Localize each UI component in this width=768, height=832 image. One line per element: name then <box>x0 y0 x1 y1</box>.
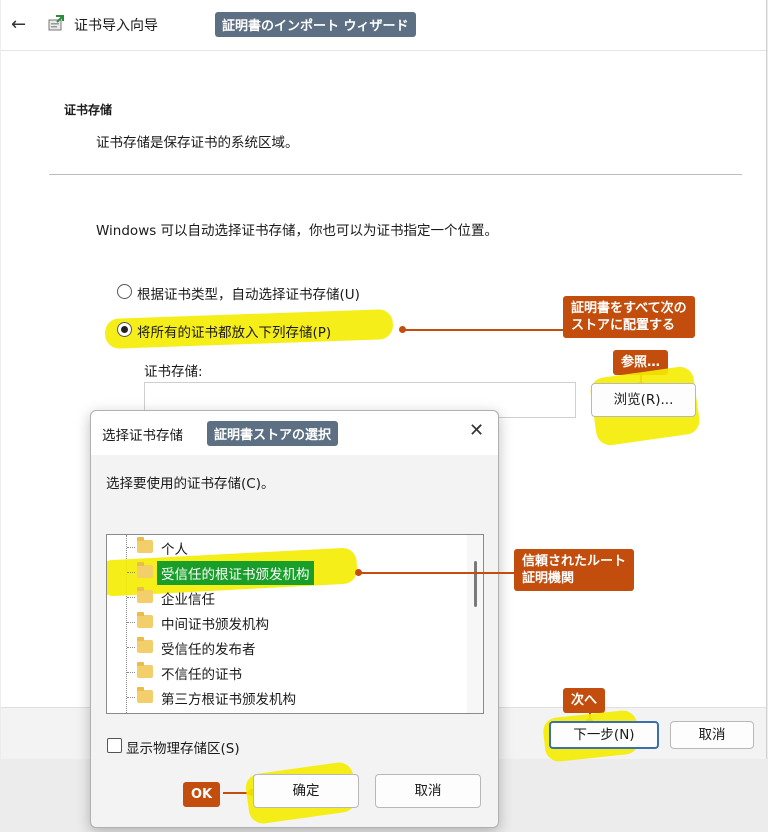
tree-scrollbar[interactable] <box>467 535 483 713</box>
callout-next: 次へ <box>563 688 606 713</box>
wizard-cancel-button[interactable]: 取消 <box>670 721 754 749</box>
callout-ok: OK <box>183 782 221 807</box>
store-tree[interactable]: 个人 受信任的根证书颁发机构 企业信任 中间证书颁发机构 受信任的发布者 不信任… <box>106 534 484 714</box>
select-store-dialog: 选择证书存储 証明書ストアの選択 ✕ 选择要使用的证书存储(C)。 个人 受信任… <box>90 410 518 828</box>
folder-icon <box>137 537 153 553</box>
tree-item-label: 受信任的发布者 <box>161 642 256 658</box>
callout-dot <box>355 569 362 576</box>
store-label: 证书存储: <box>144 364 203 380</box>
back-arrow-icon[interactable]: ← <box>11 14 26 35</box>
scrollbar-thumb[interactable] <box>474 561 477 607</box>
certificate-wizard-icon <box>48 15 64 31</box>
section-description: 证书存储是保存证书的系统区域。 <box>96 135 299 151</box>
radio-place-all-label: 将所有的证书都放入下列存储(P) <box>137 325 332 341</box>
folder-icon <box>137 587 153 603</box>
tree-item[interactable]: 不信任的证书 <box>107 660 457 685</box>
callout-trusted-root: 信頼されたルート 証明機関 <box>514 549 635 591</box>
show-physical-checkbox[interactable] <box>107 738 122 753</box>
tree-item[interactable]: 企业信任 <box>107 585 457 610</box>
dialog-title-translation-tag: 証明書ストアの選択 <box>207 421 339 446</box>
dialog-titlebar: 选择证书存储 証明書ストアの選択 ✕ <box>91 411 498 455</box>
folder-icon <box>137 637 153 653</box>
browse-button[interactable]: 浏览(R)... <box>591 383 696 417</box>
tree-item-label: 个人 <box>161 542 188 558</box>
dialog-prompt: 选择要使用的证书存储(C)。 <box>106 476 275 492</box>
next-button[interactable]: 下一步(N) <box>549 721 659 749</box>
intro-text: Windows 可以自动选择证书存储，你也可以为证书指定一个位置。 <box>96 223 499 239</box>
tree-item[interactable]: 中间证书颁发机构 <box>107 610 457 635</box>
tree-item[interactable]: 第三方根证书颁发机构 <box>107 685 457 710</box>
wizard-title: 证书导入向导 <box>74 18 158 34</box>
folder-icon <box>137 612 153 628</box>
radio-auto-select[interactable] <box>117 284 132 299</box>
dialog-title: 选择证书存储 <box>102 428 183 444</box>
ok-button[interactable]: 确定 <box>253 774 359 808</box>
tree-item-label: 第三方根证书颁发机构 <box>161 692 296 708</box>
folder-icon <box>137 662 153 678</box>
wizard-titlebar: ← 证书导入向导 証明書のインポート ウィザード <box>1 0 766 51</box>
tree-item[interactable]: 受信任的发布者 <box>107 635 457 660</box>
section-divider <box>49 174 742 175</box>
dialog-cancel-button[interactable]: 取消 <box>375 774 481 808</box>
tree-item-label: 不信任的证书 <box>161 667 242 683</box>
folder-icon <box>137 562 153 578</box>
close-icon[interactable]: ✕ <box>469 420 484 441</box>
radio-place-all[interactable] <box>117 322 132 337</box>
callout-leader <box>358 572 518 574</box>
tree-item-label: 企业信任 <box>161 592 215 608</box>
wizard-title-translation-tag: 証明書のインポート ウィザード <box>215 12 416 37</box>
callout-leader <box>403 329 563 331</box>
radio-auto-select-label: 根据证书类型，自动选择证书存储(U) <box>137 287 360 303</box>
section-heading: 证书存储 <box>64 103 113 117</box>
tree-item-label: 中间证书颁发机构 <box>161 617 269 633</box>
show-physical-label: 显示物理存储区(S) <box>126 741 240 757</box>
tree-item-label: 受信任的根证书颁发机构 <box>157 561 314 585</box>
callout-place-all: 証明書をすべて次の ストアに配置する <box>563 296 695 338</box>
folder-icon <box>137 687 153 703</box>
